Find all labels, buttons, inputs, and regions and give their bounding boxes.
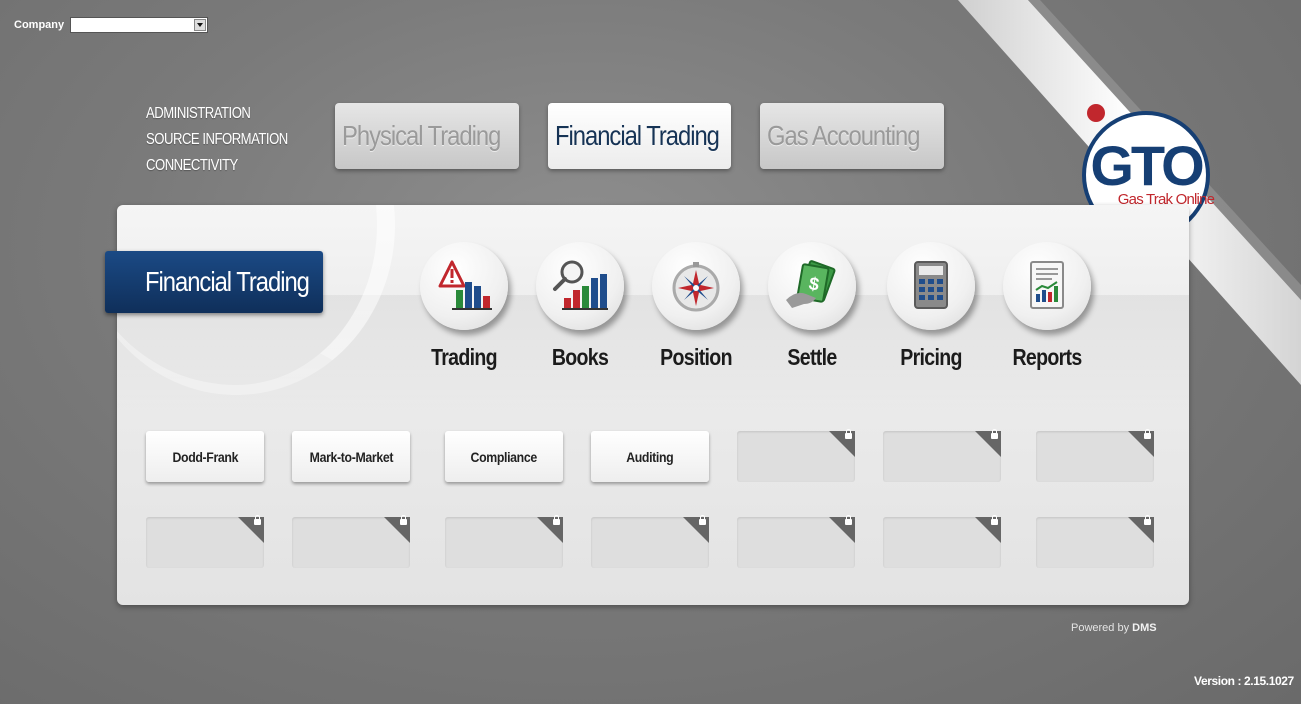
tile-locked [292,515,410,568]
lock-icon [991,515,998,525]
feature-label: Books [551,344,609,370]
tile-locked [737,515,855,568]
feature-reports[interactable]: Reports [987,242,1107,371]
feature-trading-button[interactable] [420,242,508,330]
compass-icon [672,262,720,312]
feature-pricing-button[interactable] [887,242,975,330]
feature-label: Settle [787,344,837,370]
chevron-down-icon[interactable] [194,19,207,31]
tile-locked [591,515,709,568]
tab-label: Physical Trading [342,120,501,151]
feature-label: Position [660,344,732,370]
lock-icon [991,429,998,439]
logo-mark: GTO [1090,134,1203,197]
feature-label: Pricing [900,344,962,370]
company-label: Company [14,19,65,31]
lock-icon [845,515,852,525]
tile-locked [146,515,264,568]
tile-locked [883,515,1001,568]
tile-auditing[interactable]: Auditing [591,431,709,482]
feature-settle[interactable]: $ Settle [752,242,872,371]
admin-links: ADMINISTRATION SOURCE INFORMATION CONNEC… [146,101,319,179]
version-label: Version : 2.15.1027 [1194,674,1294,688]
lock-icon [1144,429,1151,439]
feature-trading[interactable]: Trading [404,242,524,371]
tile-locked [445,515,563,568]
lock-icon [254,515,261,525]
tile-locked [883,429,1001,482]
tile-mark-to-market[interactable]: Mark-to-Market [292,431,410,482]
report-chart-icon [1030,261,1064,309]
calculator-icon [914,261,948,309]
admin-link-administration[interactable]: ADMINISTRATION [146,101,288,127]
books-magnifier-chart-icon [553,260,608,310]
section-title-label: Financial Trading [145,266,310,297]
lock-icon [845,429,852,439]
money-hand-icon: $ [786,260,836,308]
tile-label: Auditing [626,448,674,465]
feature-books-button[interactable] [536,242,624,330]
company-selector: Company [14,17,209,33]
feature-position-button[interactable] [652,242,740,330]
tile-compliance[interactable]: Compliance [445,431,563,482]
lock-icon [1144,515,1151,525]
trading-alert-chart-icon [438,260,492,310]
powered-by-brand: DMS [1132,622,1157,634]
admin-link-source-information[interactable]: SOURCE INFORMATION [146,127,288,153]
tab-gas-accounting[interactable]: Gas Accounting [760,103,944,169]
lock-icon [553,515,560,525]
powered-by-prefix: Powered by [1071,622,1130,634]
tab-financial-trading[interactable]: Financial Trading [548,103,731,169]
lock-icon [699,515,706,525]
tile-dodd-frank[interactable]: Dodd-Frank [146,431,264,482]
feature-label: Trading [431,344,498,370]
powered-by: Powered by DMS [1071,622,1157,634]
tile-locked [1036,515,1154,568]
tab-label: Gas Accounting [767,120,920,151]
feature-position[interactable]: Position [636,242,756,371]
tile-label: Mark-to-Market [309,448,393,465]
tile-locked [1036,429,1154,482]
admin-link-connectivity[interactable]: CONNECTIVITY [146,153,288,179]
feature-reports-button[interactable] [1003,242,1091,330]
feature-settle-button[interactable]: $ [768,242,856,330]
feature-pricing[interactable]: Pricing [871,242,991,371]
tab-physical-trading[interactable]: Physical Trading [335,103,519,169]
tile-locked [737,429,855,482]
company-dropdown[interactable] [70,17,209,33]
tile-label: Compliance [470,448,538,465]
tile-label: Dodd-Frank [172,448,238,465]
tab-label: Financial Trading [555,120,720,151]
feature-label: Reports [1012,344,1082,370]
lock-icon [400,515,407,525]
section-title: Financial Trading [105,251,323,313]
feature-books[interactable]: Books [520,242,640,371]
